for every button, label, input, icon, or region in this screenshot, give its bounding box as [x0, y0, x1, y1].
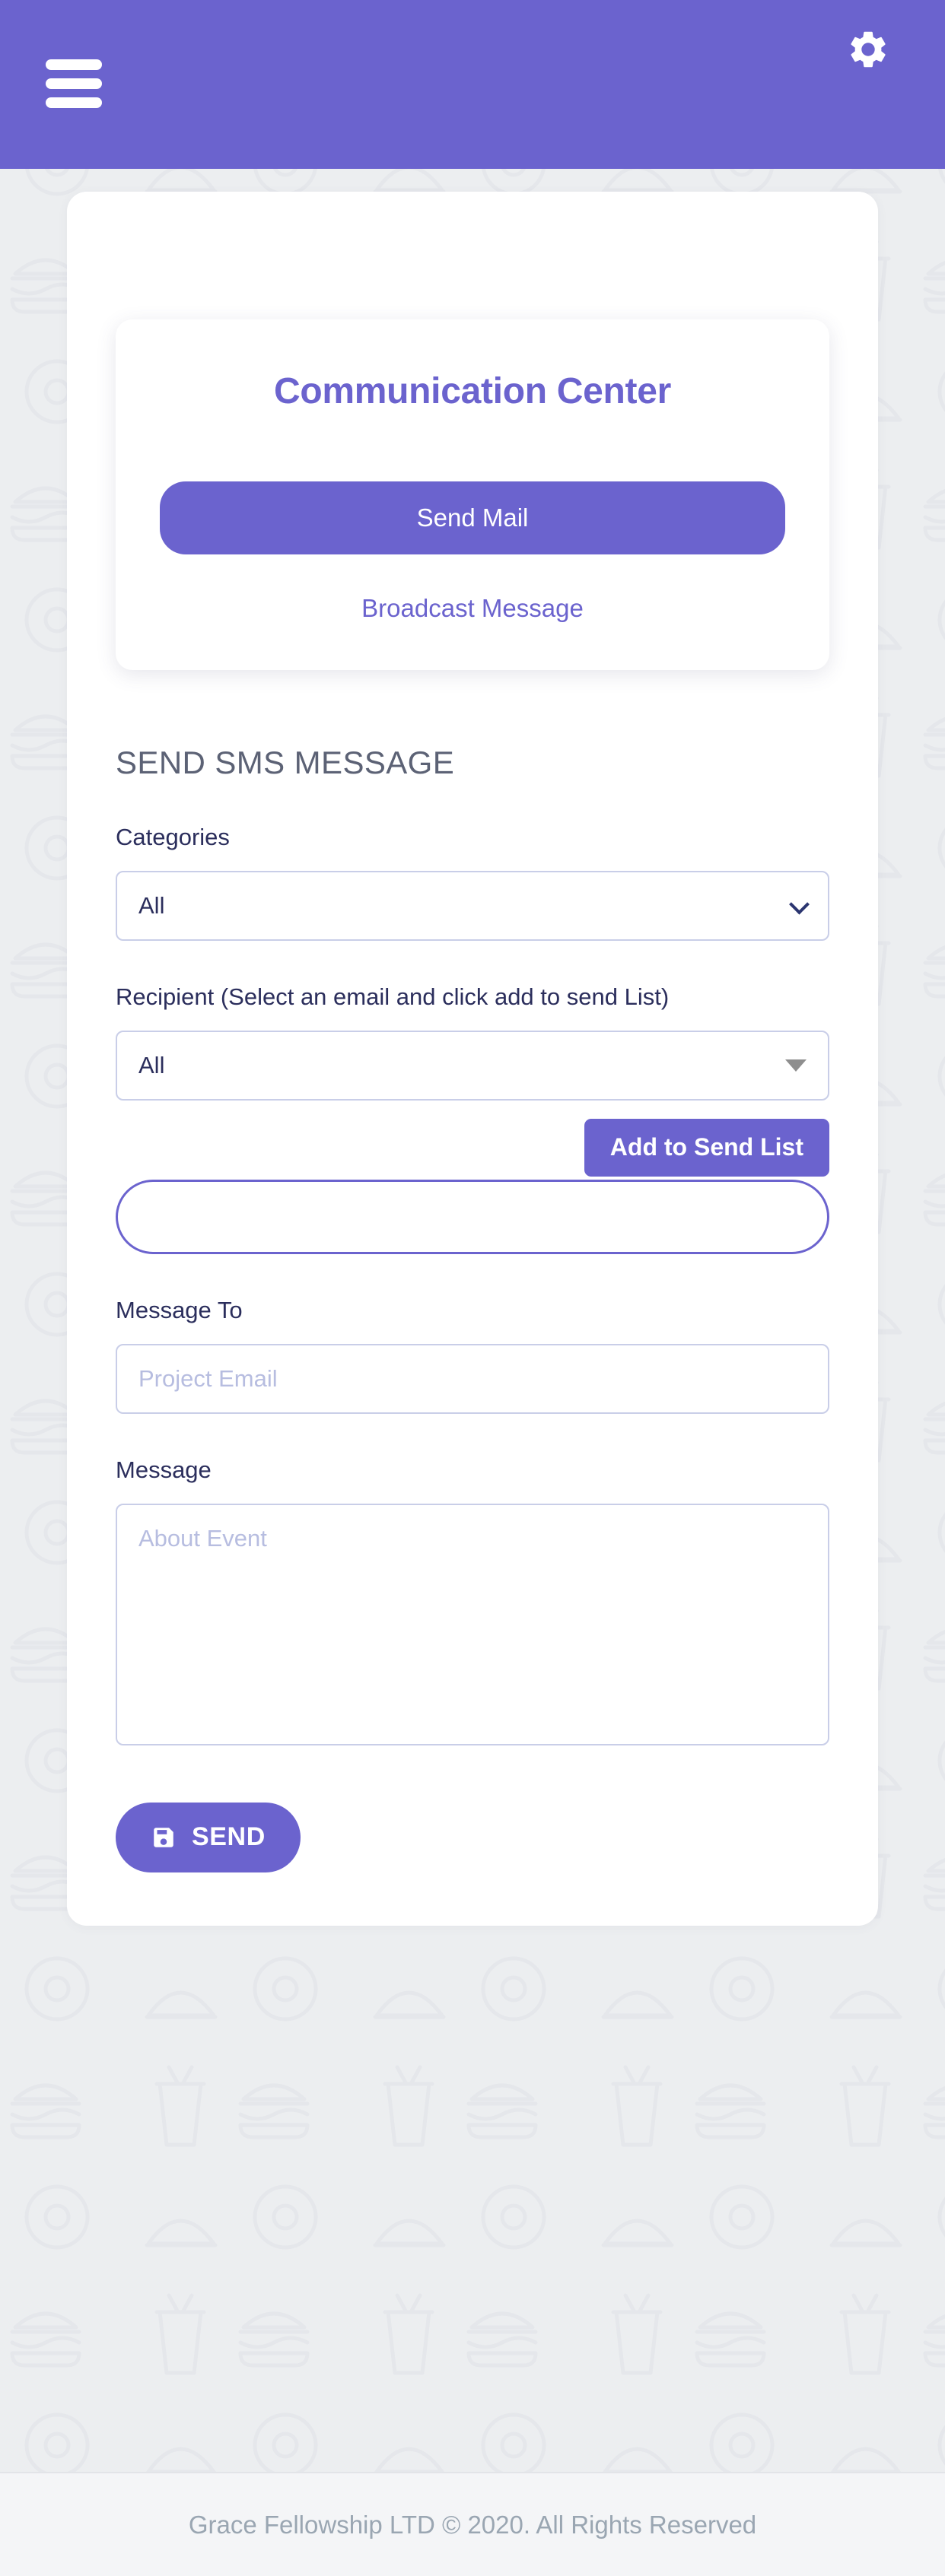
section-heading: SEND SMS MESSAGE [116, 744, 455, 780]
save-floppy-icon [154, 1827, 173, 1847]
recipient-label: Recipient (Select an email and click add… [116, 983, 670, 1010]
message-to-label: Message To [116, 1296, 243, 1323]
copyright-text: Grace Fellowship LTD © 2020. All Rights … [188, 2510, 757, 2539]
main-content-card: Communication Center Send Mail Broadcast… [67, 192, 878, 1926]
message-textarea[interactable] [116, 1503, 829, 1745]
hamburger-bar [46, 78, 102, 89]
hamburger-bar [46, 59, 102, 70]
communication-center-card: Communication Center Send Mail Broadcast… [116, 319, 829, 670]
page-title: Communication Center [273, 371, 672, 411]
recipient-select-wrapper: All [116, 1030, 829, 1101]
send-mail-button[interactable]: Send Mail [160, 481, 785, 554]
broadcast-message-link[interactable]: Broadcast Message [160, 594, 785, 623]
categories-select[interactable]: All [116, 870, 829, 941]
top-app-bar [0, 0, 945, 169]
message-to-input[interactable] [116, 1343, 829, 1414]
hamburger-menu-icon[interactable] [46, 59, 102, 108]
send-button[interactable]: SEND [116, 1802, 301, 1872]
categories-select-wrapper: All [116, 870, 829, 941]
categories-label: Categories [116, 823, 230, 850]
sms-form-section: SEND SMS MESSAGE Categories All Recipien… [67, 670, 878, 1872]
gear-icon[interactable] [846, 27, 890, 71]
recipient-select[interactable]: All [116, 1030, 829, 1101]
send-button-label: SEND [192, 1822, 266, 1852]
message-label: Message [116, 1456, 212, 1483]
add-to-send-list-button[interactable]: Add to Send List [584, 1118, 829, 1177]
send-list-field[interactable] [116, 1179, 829, 1254]
page-footer: Grace Fellowship LTD © 2020. All Rights … [0, 2472, 945, 2576]
hamburger-bar [46, 97, 102, 108]
add-to-send-list-row: Add to Send List [116, 1111, 829, 1177]
